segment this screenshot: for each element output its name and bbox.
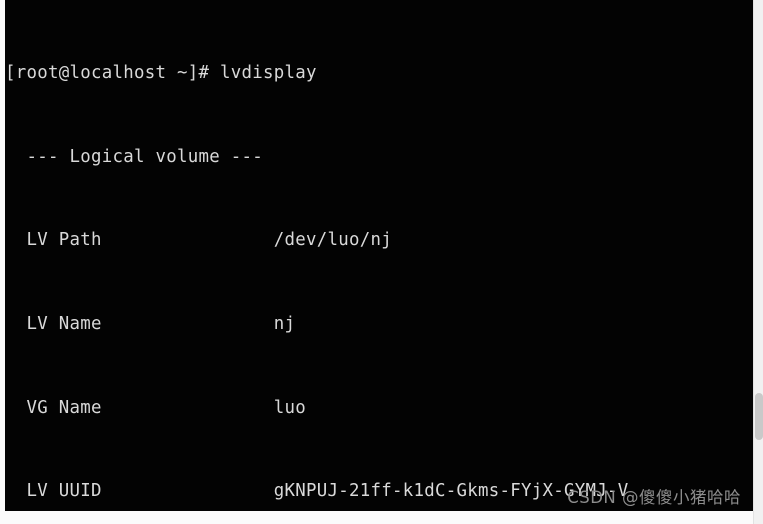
terminal-line-lv-path: LV Path /dev/luo/nj: [5, 230, 393, 251]
terminal-line-lv-name: LV Name nj: [5, 313, 296, 334]
terminal-window[interactable]: [root@localhost ~]# lvdisplay --- Logica…: [5, 0, 753, 511]
screenshot-root: [root@localhost ~]# lvdisplay --- Logica…: [0, 0, 763, 524]
terminal-line-section-header: --- Logical volume ---: [5, 146, 264, 167]
terminal-line-vg-name: VG Name luo: [5, 397, 307, 418]
terminal-line-prompt: [root@localhost ~]# lvdisplay: [5, 62, 317, 83]
terminal-output: [root@localhost ~]# lvdisplay --- Logica…: [5, 0, 629, 511]
page-scrollbar[interactable]: [753, 0, 763, 524]
terminal-line-lv-uuid: LV UUID gKNPUJ-21ff-k1dC-Gkms-FYjX-GYMJ-…: [5, 481, 629, 502]
page-scrollbar-thumb[interactable]: [755, 393, 763, 440]
